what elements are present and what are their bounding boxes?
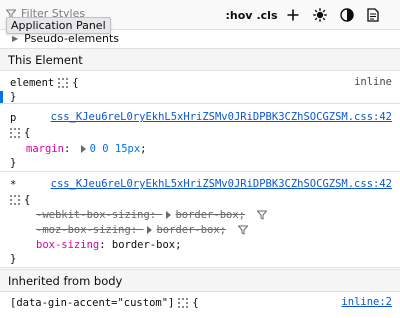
expand-icon[interactable] [166,211,172,219]
brace-close: } [10,157,17,169]
p-rule: p css_KJeu6reL0ryEkhL5xHriZSMv0JRiDPBK3C… [0,106,400,172]
declaration-box-sizing[interactable]: box-sizing: border-box; [36,238,181,252]
brace-open: { [72,77,79,89]
property-name[interactable]: margin [26,143,64,155]
expand-shorthand-icon[interactable] [80,145,86,153]
expand-triangle-icon: ▶ [12,33,19,43]
property-value[interactable]: border-box [112,239,175,251]
highlight-selector-icon[interactable] [10,128,20,138]
application-panel-tooltip: Application Panel [6,17,111,34]
cls-button[interactable]: .cls [256,6,278,24]
filter-icon[interactable] [257,210,267,220]
inherited-source-link[interactable]: inline:2 [341,296,392,308]
highlight-selector-icon[interactable] [10,195,20,205]
print-icon [367,8,379,22]
inline-style-marker [0,91,3,103]
inherited-rule: [data-gin-accent="custom"] { inline:2 [0,293,400,318]
filter-icon[interactable] [238,225,249,235]
plus-icon [287,9,299,21]
element-selector: element [10,77,55,89]
light-color-scheme-button[interactable] [311,6,329,24]
universal-selector: * [10,179,17,191]
property-value[interactable]: border-box [156,224,219,236]
print-media-button[interactable] [364,6,382,24]
universal-rule: * css_KJeu6reL0ryEkhL5xHriZSMv0JRiDPBK3C… [0,174,400,268]
property-value[interactable]: 0 0 15px [90,143,141,155]
declaration-margin[interactable]: margin: 0 0 15px; [26,142,147,156]
property-name[interactable]: box-sizing [36,239,99,251]
inherited-selector: [data-gin-accent="custom"] [10,297,175,309]
add-rule-button[interactable] [284,6,302,24]
property-value[interactable]: border-box [175,209,238,221]
declaration-webkit-box-sizing[interactable]: -webkit-box-sizing: border-box; [36,208,267,222]
hov-button[interactable]: :hov [226,6,253,24]
contrast-icon [340,8,354,22]
expand-icon[interactable] [147,226,153,234]
p-rule-source-link[interactable]: css_KJeu6reL0ryEkhL5xHriZSMv0JRiDPBK3CZh… [51,111,392,123]
sun-icon [313,8,327,22]
brace-open: { [24,194,31,206]
brace-open: { [24,127,31,139]
highlight-selector-icon[interactable] [58,78,69,88]
universal-rule-source-link[interactable]: css_KJeu6reL0ryEkhL5xHriZSMv0JRiDPBK3CZh… [51,178,392,190]
property-name[interactable]: -moz-box-sizing [36,224,131,236]
element-source: inline [354,76,392,88]
highlight-selector-icon[interactable] [178,298,189,308]
brace-close: } [10,91,17,103]
element-rule: element { inline } [0,72,400,104]
inherited-header: Inherited from body [0,269,400,292]
property-name[interactable]: -webkit-box-sizing [36,209,150,221]
brace-close: } [10,253,17,265]
p-selector: p [10,112,17,124]
dark-color-scheme-button[interactable] [338,6,356,24]
this-element-header: This Element [0,48,400,71]
brace-open: { [192,297,199,309]
declaration-moz-box-sizing[interactable]: -moz-box-sizing: border-box; [36,223,249,237]
